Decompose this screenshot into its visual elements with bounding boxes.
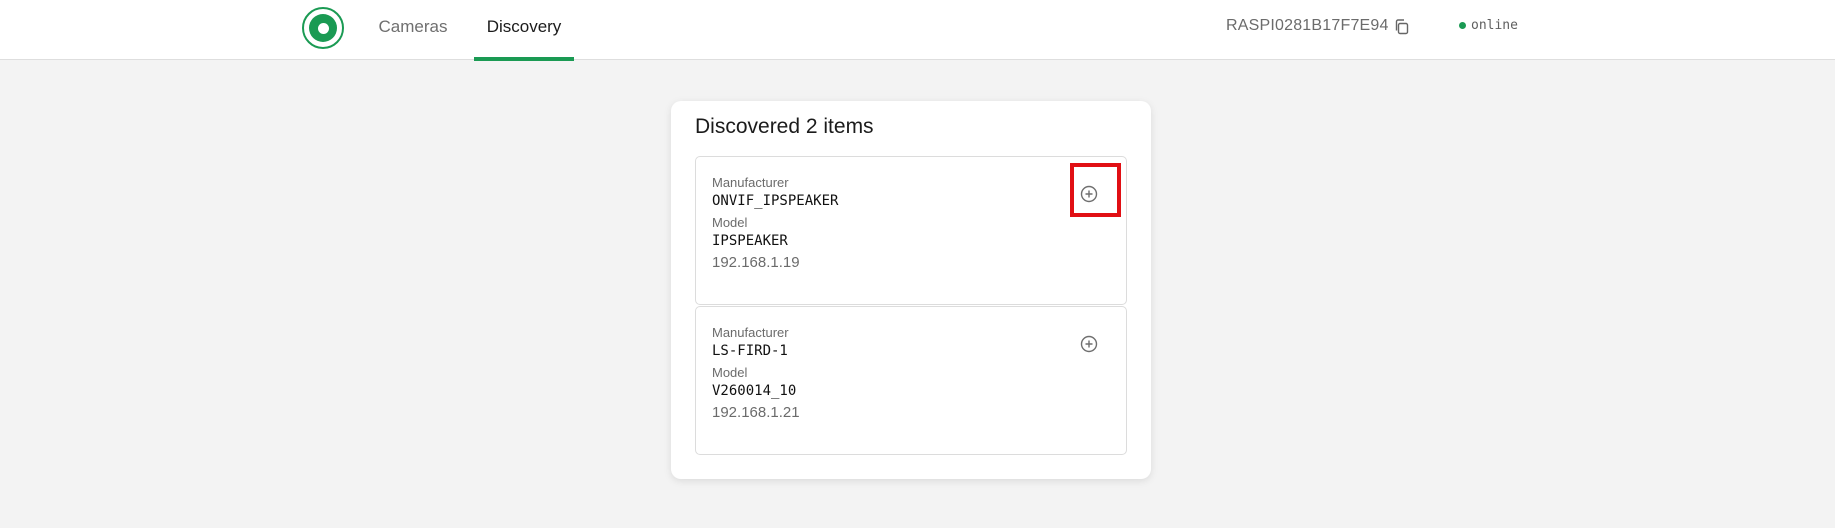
tab-discovery-label: Discovery [486, 17, 562, 36]
logo-inner [309, 14, 337, 42]
tab-discovery[interactable]: Discovery [474, 0, 574, 61]
manufacturer-value: LS-FIRD-1 [712, 343, 788, 359]
discovery-panel: Discovered 2 items Manufacturer ONVIF_IP… [671, 101, 1151, 479]
manufacturer-label: Manufacturer [712, 175, 789, 190]
top-navigation-bar: Cameras Discovery RASPI0281B17F7E94 onli… [0, 0, 1835, 61]
ip-address: 192.168.1.19 [712, 254, 800, 271]
status-indicator: online [1459, 18, 1518, 33]
tab-cameras-label: Cameras [378, 17, 448, 36]
model-label: Model [712, 215, 748, 230]
tab-cameras[interactable]: Cameras [370, 0, 456, 60]
ip-address: 192.168.1.21 [712, 404, 800, 421]
discovered-item-card: Manufacturer ONVIF_IPSPEAKER Model IPSPE… [695, 156, 1127, 305]
copy-icon[interactable] [1393, 18, 1411, 36]
add-item-button[interactable] [1075, 180, 1103, 208]
device-id-text: RASPI0281B17F7E94 [1226, 17, 1389, 34]
add-item-button[interactable] [1075, 330, 1103, 358]
manufacturer-value: ONVIF_IPSPEAKER [712, 193, 839, 209]
model-value: V260014_10 [712, 383, 797, 399]
discovery-title: Discovered 2 items [695, 115, 874, 138]
model-label: Model [712, 365, 748, 380]
manufacturer-label: Manufacturer [712, 325, 789, 340]
status-dot-icon [1459, 22, 1466, 29]
add-circle-icon [1080, 185, 1098, 203]
model-value: IPSPEAKER [712, 233, 788, 249]
add-circle-icon [1080, 335, 1098, 353]
logo-icon[interactable] [302, 7, 344, 49]
status-text: online [1471, 18, 1518, 33]
logo-dot [317, 22, 329, 34]
discovered-item-card: Manufacturer LS-FIRD-1 Model V260014_10 … [695, 306, 1127, 455]
